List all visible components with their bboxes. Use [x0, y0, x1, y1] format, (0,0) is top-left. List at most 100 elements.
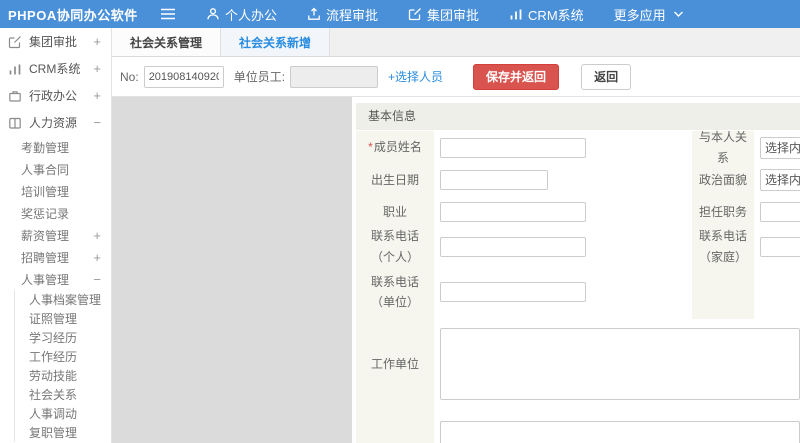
nav-group-approval[interactable]: 集团审批 — [408, 5, 479, 24]
tab-social-relation-mgmt[interactable]: 社会关系管理 — [112, 28, 222, 56]
phone-work-label: 联系电话（单位） — [356, 265, 434, 319]
sidebar-item-label: 招聘管理 — [21, 250, 70, 265]
sidebar-item-personnel-mgmt[interactable]: 人事管理 − — [0, 268, 111, 290]
nav-label: CRM系统 — [528, 7, 584, 23]
nav-label: 个人办公 — [225, 7, 278, 23]
collapse-icon[interactable]: − — [93, 115, 101, 130]
select-person-link[interactable]: +选择人员 — [388, 68, 443, 85]
work-unit-label: 工作单位 — [356, 319, 434, 409]
occupation-label: 职业 — [356, 196, 434, 228]
member-name-input[interactable] — [440, 137, 586, 158]
back-button[interactable]: 返回 — [581, 63, 632, 90]
main-area: 社会关系管理 社会关系新增 No: 单位员工: +选择人员 保存并返回 返回 基… — [112, 28, 800, 443]
nav-personal-office[interactable]: 个人办公 — [206, 5, 277, 24]
bar-chart-icon — [9, 64, 21, 74]
sidebar-item-label: 人事管理 — [21, 272, 70, 287]
bar-chart-icon — [510, 9, 522, 20]
collapse-icon[interactable]: − — [93, 272, 101, 287]
sidebar-item-label: 人力资源 — [29, 116, 78, 130]
expand-icon[interactable]: + — [93, 228, 101, 243]
occupation-input[interactable] — [440, 202, 586, 222]
nav-label: 集团审批 — [427, 7, 480, 23]
nav-crm-system[interactable]: CRM系统 — [509, 5, 584, 24]
person-icon — [207, 8, 219, 20]
sidebar-third-level-group: 人事档案管理 证照管理 学习经历 工作经历 劳动技能 社会关系 人事调动 复职管… — [14, 290, 111, 442]
phone-home-input[interactable] — [760, 236, 800, 257]
position-input[interactable] — [760, 202, 800, 222]
empty-label-cell — [692, 265, 754, 319]
relation-label: 与本人关系 — [692, 130, 754, 165]
expand-icon[interactable]: + — [93, 61, 101, 76]
sidebar-item-crm-system[interactable]: CRM系统 + — [0, 55, 111, 82]
phone-personal-cell — [434, 228, 586, 265]
content-area: 基本信息 *成员姓名 与本人关系 选择内容 出生日期 政治面貌 选择内容 职业 … — [112, 97, 800, 443]
sidebar-item-labor-skill[interactable]: 劳动技能 — [15, 366, 111, 385]
sidebar-item-label: 学习经历 — [29, 331, 78, 345]
next-field-textarea[interactable] — [440, 421, 800, 443]
sidebar-item-admin-office[interactable]: 行政办公 + — [0, 82, 111, 109]
sidebar-item-label: 考勤管理 — [21, 140, 70, 155]
work-unit-textarea[interactable] — [440, 328, 800, 400]
sidebar-item-personnel-transfer[interactable]: 人事调动 — [15, 404, 111, 423]
sidebar-item-label: 培训管理 — [21, 184, 70, 199]
sidebar-item-human-resources[interactable]: 人力资源 − — [0, 109, 111, 136]
member-name-label: *成员姓名 — [356, 131, 434, 164]
staff-input[interactable] — [290, 65, 379, 88]
required-asterisk: * — [368, 140, 373, 155]
sidebar-item-social-relation[interactable]: 社会关系 — [15, 385, 111, 404]
phone-personal-input[interactable] — [440, 236, 586, 257]
nav-label: 流程审批 — [326, 7, 379, 23]
tab-label: 社会关系管理 — [130, 35, 203, 50]
sidebar-item-training-mgmt[interactable]: 培训管理 — [0, 180, 111, 202]
chevron-down-icon — [673, 11, 683, 17]
nav-process-approval[interactable]: 流程审批 — [307, 5, 378, 24]
sidebar-item-recruit-mgmt[interactable]: 招聘管理 + — [0, 246, 111, 268]
toolbar: No: 单位员工: +选择人员 保存并返回 返回 — [112, 57, 800, 97]
political-status-select[interactable]: 选择内容 — [760, 169, 800, 191]
sidebar-item-salary-mgmt[interactable]: 薪资管理 + — [0, 224, 111, 246]
briefcase-icon — [9, 90, 21, 102]
sidebar-item-label: 复职管理 — [29, 426, 78, 440]
birth-date-cell — [434, 164, 586, 196]
sidebar-item-personnel-file-mgmt[interactable]: 人事档案管理 — [15, 290, 111, 309]
tab-bar: 社会关系管理 社会关系新增 — [112, 28, 800, 57]
nav-more-apps[interactable]: 更多应用 — [614, 5, 683, 24]
no-input[interactable] — [143, 65, 224, 88]
sidebar-item-label: 人事档案管理 — [29, 293, 102, 307]
birth-date-input[interactable] — [440, 170, 548, 190]
tab-social-relation-new[interactable]: 社会关系新增 — [221, 28, 331, 56]
expand-icon[interactable]: + — [93, 34, 101, 49]
sidebar-item-reward-record[interactable]: 奖惩记录 — [0, 202, 111, 224]
menu-toggle-button[interactable] — [148, 8, 188, 20]
book-icon — [9, 117, 21, 129]
sidebar-item-study-experience[interactable]: 学习经历 — [15, 328, 111, 347]
occupation-cell — [434, 196, 586, 228]
sidebar-item-label: 人事合同 — [21, 162, 70, 177]
birth-date-label: 出生日期 — [356, 164, 434, 196]
sidebar-item-reinstate-mgmt[interactable]: 复职管理 — [15, 423, 111, 442]
sidebar-item-label: 证照管理 — [29, 312, 78, 326]
expand-icon[interactable]: + — [93, 250, 101, 265]
next-field-cell — [434, 409, 800, 443]
edit-square-icon — [8, 35, 21, 48]
sidebar: 集团审批 + CRM系统 + 行政办公 + 人力资源 − 考勤管理 人事合同 培… — [0, 28, 112, 443]
save-and-return-button[interactable]: 保存并返回 — [473, 63, 560, 90]
phone-work-input[interactable] — [440, 282, 586, 302]
sidebar-item-label: 奖惩记录 — [21, 206, 70, 221]
relation-select[interactable]: 选择内容 — [760, 136, 800, 159]
position-cell — [754, 196, 800, 228]
sidebar-item-hr-contract[interactable]: 人事合同 — [0, 158, 111, 180]
expand-icon[interactable]: + — [93, 88, 101, 103]
tab-label: 社会关系新增 — [239, 35, 312, 50]
phone-personal-label: 联系电话（个人） — [356, 228, 434, 265]
edit-square-icon — [408, 8, 421, 21]
sidebar-item-certificate-mgmt[interactable]: 证照管理 — [15, 309, 111, 328]
sidebar-item-work-experience[interactable]: 工作经历 — [15, 347, 111, 366]
position-label: 担任职务 — [692, 196, 754, 228]
upload-share-icon — [308, 7, 320, 20]
sidebar-item-label: 社会关系 — [29, 388, 78, 402]
sidebar-item-group-approval[interactable]: 集团审批 + — [0, 28, 111, 55]
phone-work-cell — [434, 265, 586, 319]
sidebar-item-label: CRM系统 — [29, 62, 81, 76]
sidebar-item-attendance-mgmt[interactable]: 考勤管理 — [0, 136, 111, 158]
